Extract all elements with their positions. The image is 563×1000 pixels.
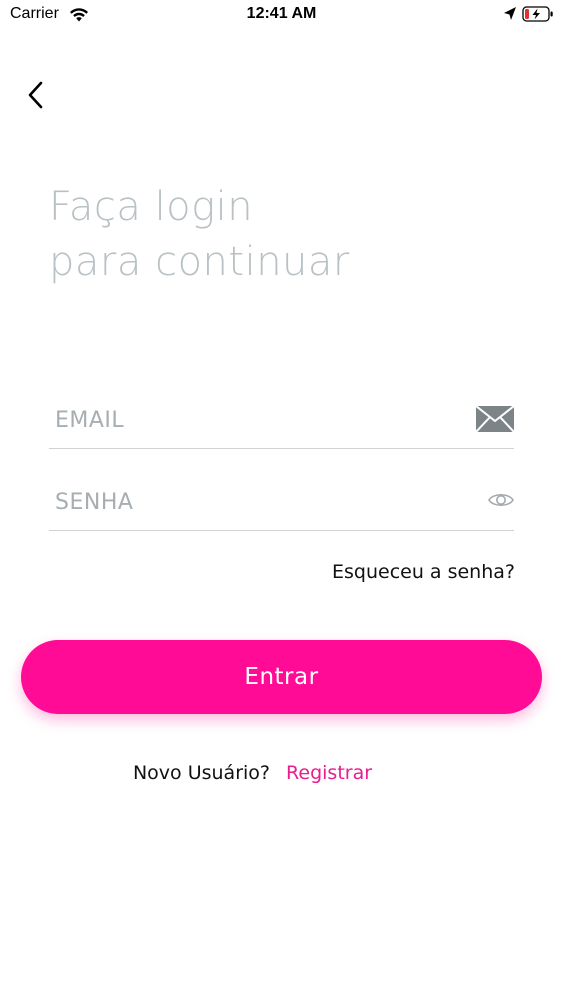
login-button[interactable]: Entrar	[21, 640, 542, 714]
chevron-left-icon	[28, 81, 43, 109]
page-title-line-2: para continuar	[49, 239, 350, 285]
envelope-icon	[476, 406, 514, 432]
back-button[interactable]	[18, 75, 54, 115]
location-arrow-icon	[504, 7, 516, 20]
forgot-password-link[interactable]: Esqueceu a senha?	[332, 561, 515, 583]
password-field	[49, 480, 514, 531]
page-title-line-1: Faça login	[49, 184, 254, 230]
eye-icon[interactable]	[488, 490, 514, 510]
new-user-label: Novo Usuário?	[132, 762, 270, 784]
email-field	[49, 398, 514, 449]
register-row: Novo Usuário? Registrar	[0, 762, 505, 784]
battery-charging-icon	[522, 6, 553, 22]
password-input[interactable]	[55, 484, 455, 520]
register-link[interactable]: Registrar	[286, 762, 372, 784]
email-input[interactable]	[55, 402, 455, 438]
status-time: 12:41 AM	[246, 5, 317, 22]
status-bar: Carrier 12:41 AM	[0, 0, 563, 30]
page-title: Faça login para continuar	[49, 180, 529, 290]
